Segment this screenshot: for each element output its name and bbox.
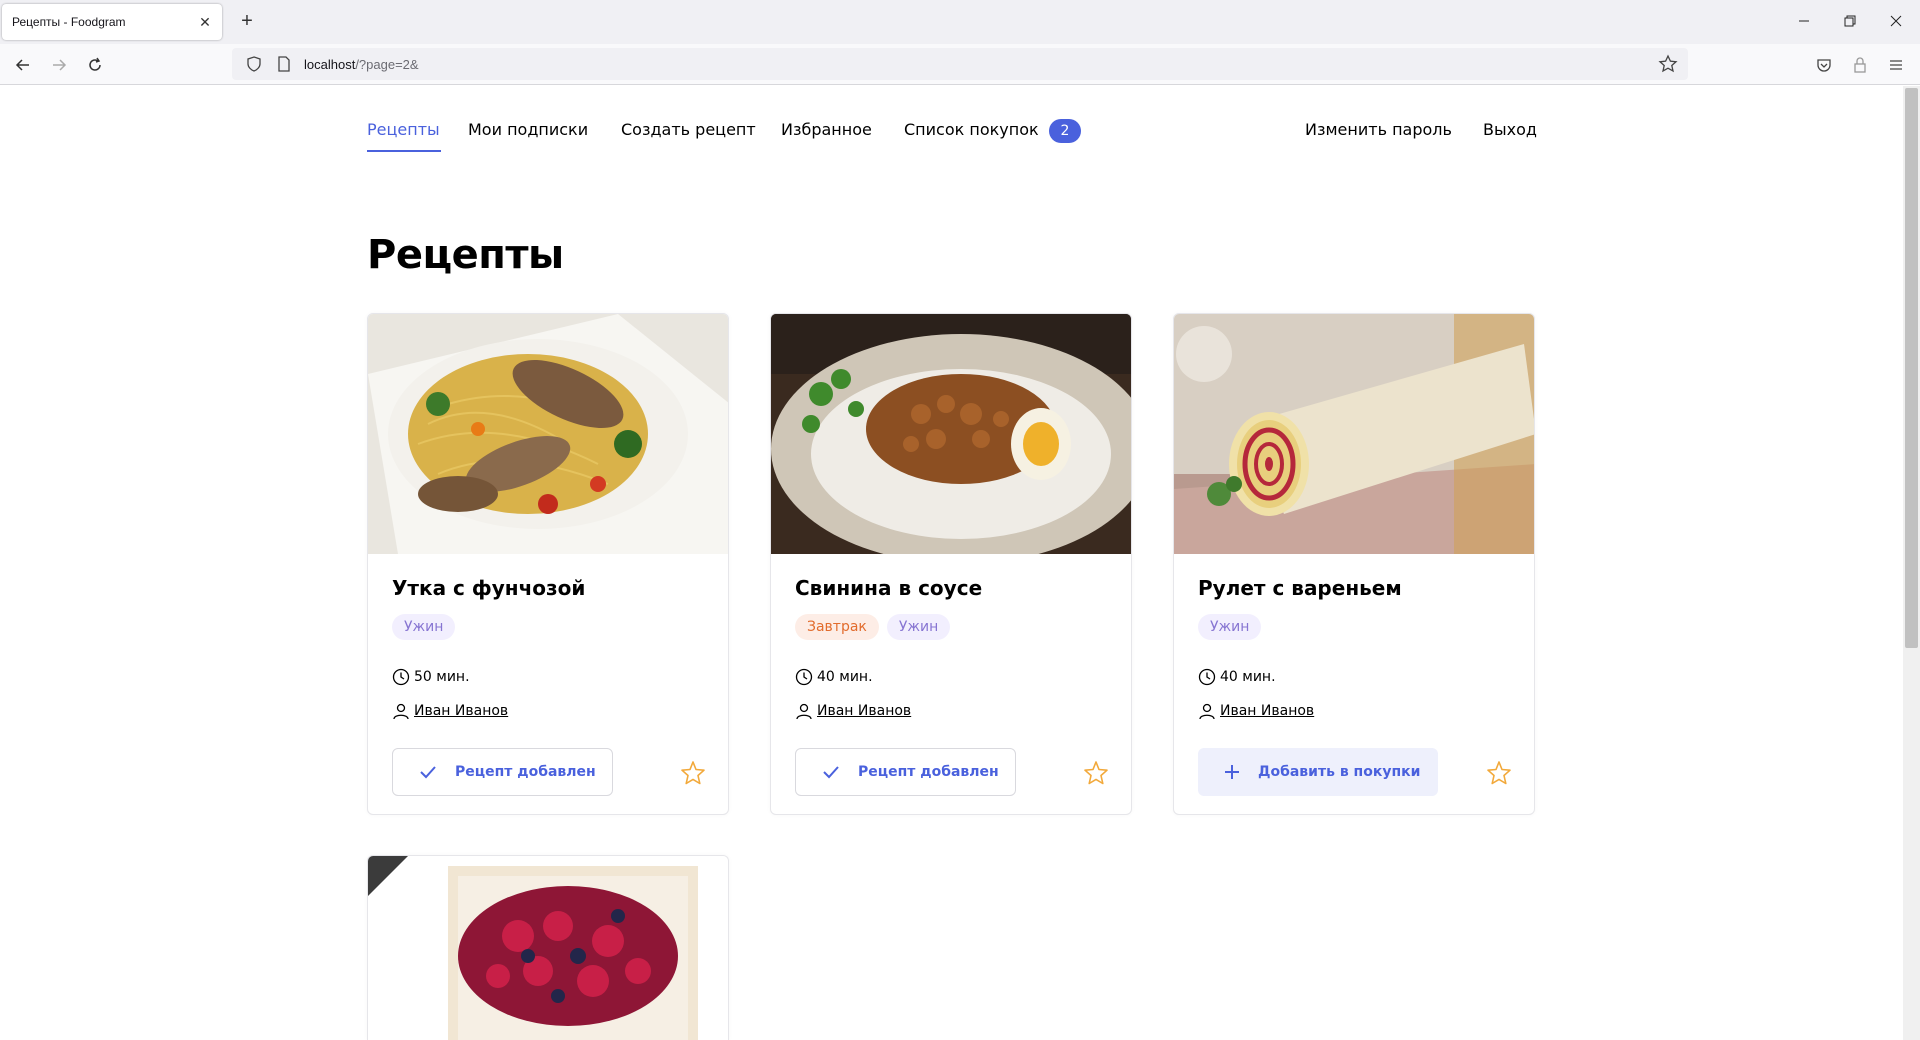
recipe-image[interactable] xyxy=(368,314,728,554)
plus-icon xyxy=(1225,765,1239,779)
recipe-author: Иван Иванов xyxy=(795,702,911,720)
close-window-icon[interactable] xyxy=(1876,6,1916,36)
button-label: Рецепт добавлен xyxy=(858,764,999,780)
cooking-time-value: 50 мин. xyxy=(414,669,470,685)
nav-subscriptions[interactable]: Мои подписки xyxy=(468,120,588,139)
clock-icon xyxy=(795,668,813,686)
url-host: localhost xyxy=(304,56,356,72)
tag-dinner: Ужин xyxy=(1198,614,1262,640)
user-icon xyxy=(393,703,409,720)
nav-change-password[interactable]: Изменить пароль xyxy=(1305,120,1452,139)
author-link[interactable]: Иван Иванов xyxy=(1220,703,1314,719)
user-icon xyxy=(1199,703,1215,720)
favorite-star-icon[interactable] xyxy=(1486,760,1512,786)
recipe-card: Рулет с вареньем Ужин 40 мин. Иван Ивано… xyxy=(1173,313,1535,815)
recipe-image[interactable] xyxy=(1174,314,1534,554)
new-tab-icon[interactable]: + xyxy=(236,10,258,32)
close-tab-icon[interactable]: ✕ xyxy=(198,14,212,30)
recipe-author: Иван Иванов xyxy=(392,702,508,720)
recipe-title[interactable]: Утка с фунчозой xyxy=(392,576,585,600)
lock-icon[interactable] xyxy=(1848,53,1872,77)
add-to-shopping-list-button[interactable]: Добавить в покупки xyxy=(1198,748,1438,796)
recipe-card xyxy=(367,855,729,1040)
nav-recipes[interactable]: Рецепты xyxy=(367,120,440,139)
cooking-time-value: 40 мин. xyxy=(817,669,873,685)
cooking-time: 40 мин. xyxy=(795,668,873,686)
user-icon xyxy=(796,703,812,720)
shield-icon[interactable] xyxy=(244,54,264,74)
recipe-added-button[interactable]: Рецепт добавлен xyxy=(795,748,1016,796)
bookmark-star-icon[interactable] xyxy=(1658,54,1678,74)
tag-dinner: Ужин xyxy=(886,614,951,640)
browser-toolbar: localhost/?page=2& xyxy=(0,44,1920,85)
recipe-author: Иван Иванов xyxy=(1198,702,1314,720)
nav-favorites[interactable]: Избранное xyxy=(781,120,872,139)
nav-logout[interactable]: Выход xyxy=(1483,120,1537,139)
page-icon[interactable] xyxy=(274,54,294,74)
tag-breakfast: Завтрак xyxy=(795,614,879,640)
nav-active-underline xyxy=(367,150,441,152)
recipe-image[interactable] xyxy=(771,314,1131,554)
browser-tab[interactable]: Рецепты - Foodgram ✕ xyxy=(2,4,222,40)
site-navigation: Рецепты Мои подписки Создать рецепт Избр… xyxy=(367,116,1537,156)
browser-tab-bar: Рецепты - Foodgram ✕ + xyxy=(0,0,1920,44)
tab-title: Рецепты - Foodgram xyxy=(12,15,126,29)
back-icon[interactable] xyxy=(10,52,36,78)
clock-icon xyxy=(392,668,410,686)
button-label: Рецепт добавлен xyxy=(455,764,596,780)
cooking-time: 50 мин. xyxy=(392,668,470,686)
pocket-icon[interactable] xyxy=(1812,53,1836,77)
clock-icon xyxy=(1198,668,1216,686)
recipe-title[interactable]: Рулет с вареньем xyxy=(1198,576,1402,600)
forward-icon[interactable] xyxy=(46,52,72,78)
page-scrollbar[interactable] xyxy=(1903,86,1920,1040)
recipe-tags: Завтрак Ужин xyxy=(795,614,951,640)
author-link[interactable]: Иван Иванов xyxy=(817,703,911,719)
page-title: Рецепты xyxy=(367,232,564,278)
shopping-list-count-badge: 2 xyxy=(1049,119,1081,143)
button-label: Добавить в покупки xyxy=(1258,764,1421,780)
author-link[interactable]: Иван Иванов xyxy=(414,703,508,719)
recipe-card: Утка с фунчозой Ужин 50 мин. Иван Иванов… xyxy=(367,313,729,815)
cooking-time: 40 мин. xyxy=(1198,668,1276,686)
scrollbar-thumb[interactable] xyxy=(1905,88,1918,648)
minimize-icon[interactable] xyxy=(1784,6,1824,36)
recipe-tags: Ужин xyxy=(1198,614,1262,640)
cooking-time-value: 40 мин. xyxy=(1220,669,1276,685)
check-icon xyxy=(823,766,839,779)
nav-create-recipe[interactable]: Создать рецепт xyxy=(621,120,756,139)
recipe-tags: Ужин xyxy=(392,614,456,640)
check-icon xyxy=(420,766,436,779)
recipe-card: Свинина в соусе Завтрак Ужин 40 мин. Ива… xyxy=(770,313,1132,815)
nav-shopping-list[interactable]: Список покупок xyxy=(904,120,1039,139)
reload-icon[interactable] xyxy=(82,52,108,78)
address-bar[interactable]: localhost/?page=2& xyxy=(232,48,1688,80)
favorite-star-icon[interactable] xyxy=(680,760,706,786)
restore-icon[interactable] xyxy=(1830,6,1870,36)
recipe-title[interactable]: Свинина в соусе xyxy=(795,576,982,600)
tag-dinner: Ужин xyxy=(392,614,456,640)
favorite-star-icon[interactable] xyxy=(1083,760,1109,786)
recipe-added-button[interactable]: Рецепт добавлен xyxy=(392,748,613,796)
menu-icon[interactable] xyxy=(1884,53,1908,77)
recipe-image[interactable] xyxy=(368,856,728,1040)
url-path: /?page=2& xyxy=(355,56,419,72)
